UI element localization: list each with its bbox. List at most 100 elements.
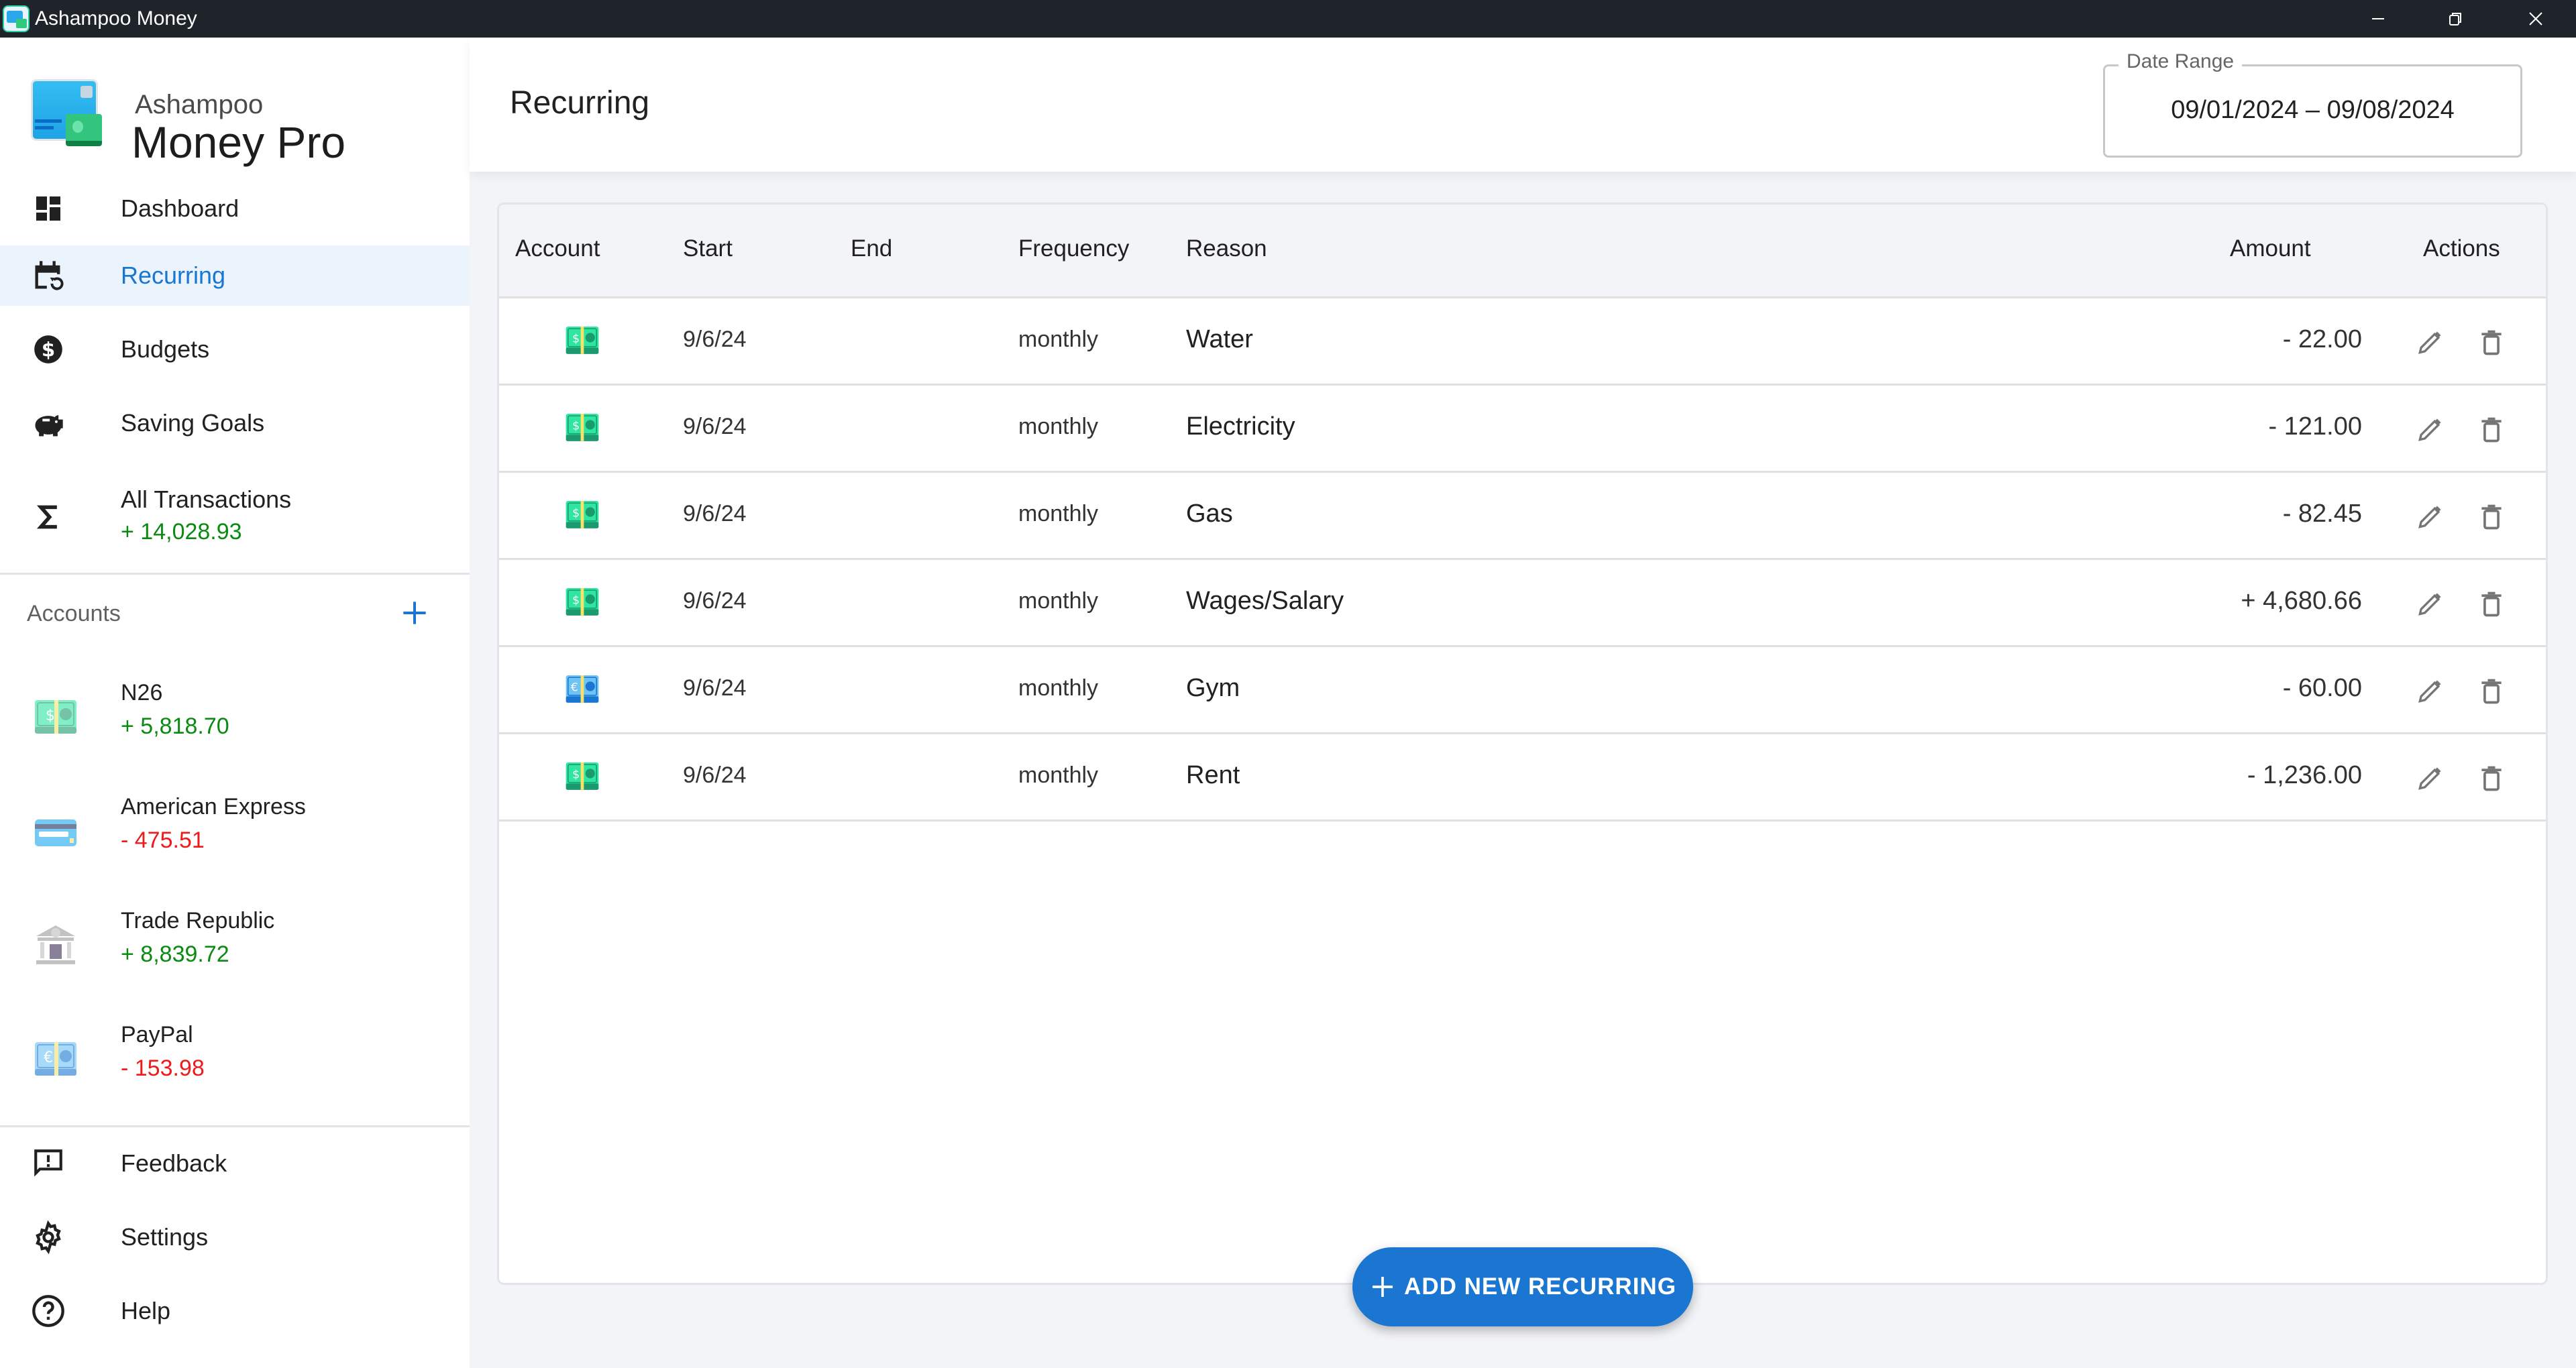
table-row[interactable]: $9/6/24 monthly Rent - 1,236.00 <box>499 734 2546 821</box>
sidebar-item-saving-goals[interactable]: Saving Goals <box>0 393 470 453</box>
accounts-heading: Accounts <box>27 601 121 626</box>
sidebar-item-feedback[interactable]: Feedback <box>0 1133 470 1194</box>
svg-text:$: $ <box>572 333 580 346</box>
page-header: Recurring Date Range 09/01/2024 – 09/08/… <box>470 38 2576 172</box>
add-account-button[interactable] <box>396 594 433 632</box>
delete-button[interactable] <box>2473 760 2510 797</box>
start-date: 9/6/24 <box>683 501 747 526</box>
sidebar: Ashampoo Money Pro Dashboard Recurring $… <box>0 38 470 1368</box>
delete-button[interactable] <box>2473 411 2510 449</box>
column-header-amount: Amount <box>2230 235 2311 262</box>
table-row[interactable]: $9/6/24 monthly Gas - 82.45 <box>499 473 2546 560</box>
gear-icon <box>30 1218 67 1256</box>
delete-button[interactable] <box>2473 498 2510 536</box>
help-icon <box>30 1292 67 1330</box>
sidebar-divider <box>0 1125 470 1127</box>
sidebar-item-all-transactions[interactable]: All Transactions + 14,028.93 <box>0 480 470 554</box>
account-item-n26[interactable]: $ N26 + 5,818.70 <box>0 675 470 775</box>
edit-button[interactable] <box>2411 324 2449 361</box>
sidebar-item-help[interactable]: Help <box>0 1281 470 1341</box>
pencil-icon <box>2418 418 2441 441</box>
date-range-value: 09/01/2024 – 09/08/2024 <box>2171 96 2455 124</box>
frequency: monthly <box>1018 414 1099 439</box>
amount: + 4,680.66 <box>2241 587 2362 615</box>
frequency: monthly <box>1018 675 1099 701</box>
start-date: 9/6/24 <box>683 414 747 439</box>
trash-icon <box>2481 766 2502 791</box>
account-item-paypal[interactable]: € PayPal - 153.98 <box>0 1017 470 1117</box>
plus-icon <box>403 602 426 624</box>
dollar-bill-icon: $ <box>35 700 76 734</box>
delete-button[interactable] <box>2473 673 2510 710</box>
brand-company: Ashampoo <box>135 90 264 119</box>
table-row[interactable]: $9/6/24 monthly Wages/Salary + 4,680.66 <box>499 560 2546 647</box>
restore-icon <box>2449 13 2461 25</box>
dollar-bill-icon: $ <box>566 762 599 790</box>
sidebar-item-label: Saving Goals <box>121 409 265 437</box>
frequency: monthly <box>1018 327 1099 352</box>
euro-bill-icon: € <box>566 675 599 703</box>
sidebar-item-dashboard[interactable]: Dashboard <box>0 178 470 239</box>
start-date: 9/6/24 <box>683 762 747 788</box>
dollar-bill-icon: $ <box>566 501 599 528</box>
pencil-icon <box>2418 680 2441 703</box>
date-range-picker[interactable]: Date Range 09/01/2024 – 09/08/2024 <box>2103 50 2522 158</box>
sidebar-item-label: Help <box>121 1297 171 1324</box>
reason: Rent <box>1186 761 1240 789</box>
svg-text:€: € <box>44 1049 53 1066</box>
table-header: Account Start End Frequency Reason Amoun… <box>499 205 2546 298</box>
page-title: Recurring <box>510 85 650 121</box>
app-logo-icon <box>3 5 30 32</box>
date-range-label: Date Range <box>2118 50 2243 73</box>
edit-button[interactable] <box>2411 498 2449 536</box>
sidebar-item-label: All Transactions <box>121 486 292 513</box>
table-row[interactable]: €9/6/24 monthly Gym - 60.00 <box>499 647 2546 734</box>
dashboard-icon <box>30 190 67 227</box>
account-name: American Express <box>121 794 306 819</box>
account-balance: - 153.98 <box>121 1056 205 1081</box>
window-title-bar: Ashampoo Money <box>0 0 2576 38</box>
minimize-icon <box>2372 18 2384 19</box>
close-button[interactable] <box>2499 0 2573 38</box>
sidebar-item-budgets[interactable]: $ Budgets <box>0 319 470 380</box>
brand-logo-icon <box>31 79 105 146</box>
account-item-trade-republic[interactable]: Trade Republic + 8,839.72 <box>0 903 470 1003</box>
svg-text:€: € <box>571 681 578 695</box>
sigma-icon <box>30 498 67 536</box>
svg-text:$: $ <box>572 420 580 433</box>
feedback-icon <box>30 1145 67 1182</box>
reason: Water <box>1186 325 1253 353</box>
table-row[interactable]: $9/6/24 monthly Water - 22.00 <box>499 298 2546 386</box>
dollar-bill-icon: $ <box>566 414 599 441</box>
dollar-circle-icon: $ <box>30 331 67 368</box>
reason: Electricity <box>1186 412 1295 441</box>
delete-button[interactable] <box>2473 324 2510 361</box>
account-item-american-express[interactable]: American Express - 475.51 <box>0 789 470 889</box>
frequency: monthly <box>1018 501 1099 526</box>
restore-button[interactable] <box>2418 0 2492 38</box>
edit-button[interactable] <box>2411 411 2449 449</box>
pencil-icon <box>2418 331 2441 354</box>
edit-button[interactable] <box>2411 585 2449 623</box>
delete-button[interactable] <box>2473 585 2510 623</box>
bank-icon <box>36 925 75 964</box>
svg-text:$: $ <box>572 768 580 782</box>
sidebar-item-settings[interactable]: Settings <box>0 1207 470 1267</box>
sidebar-item-label: Dashboard <box>121 194 239 222</box>
add-new-recurring-button[interactable]: ADD NEW RECURRING <box>1352 1247 1693 1326</box>
reason: Wages/Salary <box>1186 587 1344 615</box>
table-row[interactable]: $9/6/24 monthly Electricity - 121.00 <box>499 386 2546 473</box>
edit-button[interactable] <box>2411 673 2449 710</box>
recurring-table: Account Start End Frequency Reason Amoun… <box>497 203 2548 1285</box>
sidebar-item-recurring[interactable]: Recurring <box>0 245 470 306</box>
minimize-button[interactable] <box>2341 0 2415 38</box>
amount: - 121.00 <box>2268 412 2362 441</box>
frequency: monthly <box>1018 762 1099 788</box>
dollar-bill-icon: $ <box>566 327 599 354</box>
account-balance: + 8,839.72 <box>121 942 229 967</box>
euro-bill-icon: € <box>35 1042 76 1076</box>
edit-button[interactable] <box>2411 760 2449 797</box>
window-title: Ashampoo Money <box>35 7 197 30</box>
pencil-icon <box>2418 506 2441 528</box>
amount: - 60.00 <box>2282 674 2362 702</box>
